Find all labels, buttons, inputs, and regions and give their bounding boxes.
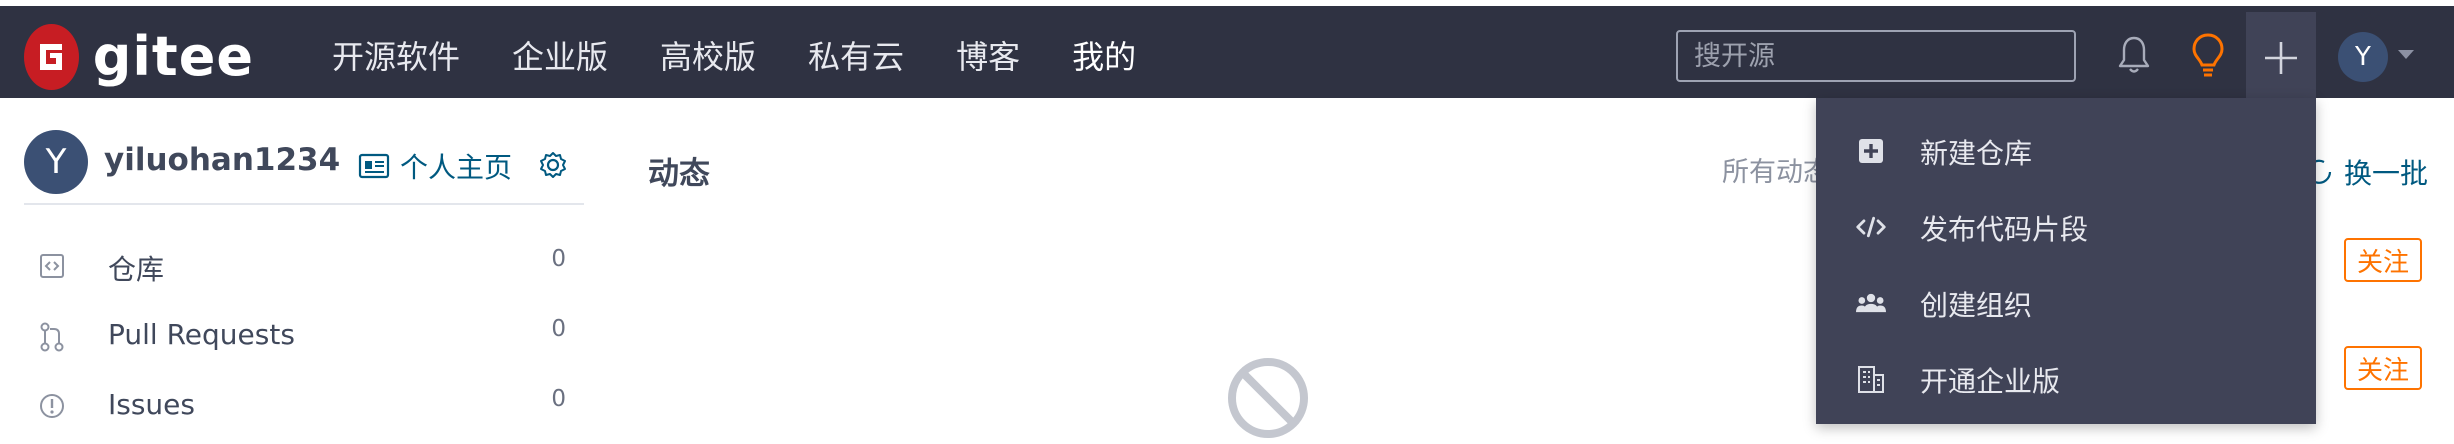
sidebar-item-repos[interactable]: 仓库 0 bbox=[0, 238, 580, 298]
menu-item-create-org[interactable]: 创建组织 bbox=[1816, 270, 2316, 334]
pull-request-icon bbox=[38, 322, 66, 356]
nav-item-open-source[interactable]: 开源软件 bbox=[332, 32, 460, 82]
brand-name: gitee bbox=[92, 25, 254, 88]
follow-button[interactable]: 关注 bbox=[2344, 346, 2422, 390]
refresh-recommendations-link[interactable]: 换一批 bbox=[2304, 152, 2428, 192]
sidebar-item-label: 仓库 bbox=[108, 253, 165, 286]
nav-item-education[interactable]: 高校版 bbox=[660, 32, 756, 82]
empty-state-icon bbox=[1226, 356, 1310, 444]
sidebar-item-count: 0 bbox=[551, 246, 566, 272]
plus-icon bbox=[2265, 42, 2297, 74]
issue-icon bbox=[38, 392, 66, 424]
building-icon bbox=[1856, 364, 1886, 394]
profile-username[interactable]: yiluohan1234 bbox=[104, 142, 340, 178]
nav-item-mine[interactable]: 我的 bbox=[1072, 32, 1136, 82]
top-navbar: gitee 开源软件 企业版 高校版 私有云 博客 我的 Y bbox=[0, 0, 2454, 104]
menu-item-new-repo[interactable]: 新建仓库 bbox=[1816, 118, 2316, 182]
sidebar-item-label: Issues bbox=[108, 388, 195, 421]
group-icon bbox=[1856, 288, 1886, 318]
menu-item-publish-snippet[interactable]: 发布代码片段 bbox=[1816, 194, 2316, 258]
lightbulb-icon[interactable] bbox=[2186, 28, 2230, 82]
homepage-label: 个人主页 bbox=[400, 151, 513, 184]
plus-square-icon bbox=[1856, 136, 1886, 166]
menu-item-label: 新建仓库 bbox=[1920, 137, 2033, 170]
repo-icon bbox=[38, 252, 66, 284]
sidebar-item-count: 0 bbox=[551, 316, 566, 342]
chevron-down-icon[interactable] bbox=[2398, 50, 2414, 59]
main-nav: 开源软件 企业版 高校版 私有云 博客 我的 bbox=[332, 32, 1188, 82]
user-avatar-menu[interactable]: Y bbox=[2338, 32, 2388, 82]
nav-item-blog[interactable]: 博客 bbox=[956, 32, 1020, 82]
feed-title: 动态 bbox=[648, 156, 710, 192]
follow-button[interactable]: 关注 bbox=[2344, 238, 2422, 282]
search-input[interactable] bbox=[1676, 30, 2076, 82]
personal-homepage-link[interactable]: 个人主页 bbox=[358, 146, 512, 186]
sidebar-item-pull-requests[interactable]: Pull Requests 0 bbox=[0, 308, 580, 368]
id-card-icon bbox=[358, 153, 390, 179]
create-plus-button[interactable] bbox=[2246, 12, 2316, 104]
nav-item-private-cloud[interactable]: 私有云 bbox=[808, 32, 904, 82]
create-dropdown-menu: 新建仓库 发布代码片段 创建组织 开通企业版 bbox=[1816, 98, 2316, 424]
sidebar-item-label: Pull Requests bbox=[108, 318, 295, 351]
sidebar-item-issues[interactable]: Issues 0 bbox=[0, 378, 580, 438]
menu-item-label: 创建组织 bbox=[1920, 289, 2033, 322]
nav-item-enterprise[interactable]: 企业版 bbox=[512, 32, 608, 82]
gitee-logo-badge bbox=[24, 24, 79, 90]
bell-icon[interactable] bbox=[2112, 30, 2156, 80]
menu-item-label: 发布代码片段 bbox=[1920, 213, 2089, 246]
menu-item-label: 开通企业版 bbox=[1920, 365, 2061, 398]
profile-avatar[interactable]: Y bbox=[24, 130, 88, 194]
sidebar-item-count: 0 bbox=[551, 386, 566, 412]
gitee-logo[interactable]: gitee bbox=[24, 24, 254, 90]
feed-filter-dropdown[interactable]: 所有动态 bbox=[1722, 150, 1822, 189]
profile-divider bbox=[24, 203, 584, 205]
menu-item-open-enterprise[interactable]: 开通企业版 bbox=[1816, 346, 2316, 410]
refresh-label: 换一批 bbox=[2344, 157, 2429, 190]
code-icon bbox=[1856, 212, 1886, 242]
settings-gear-icon[interactable] bbox=[538, 150, 568, 184]
